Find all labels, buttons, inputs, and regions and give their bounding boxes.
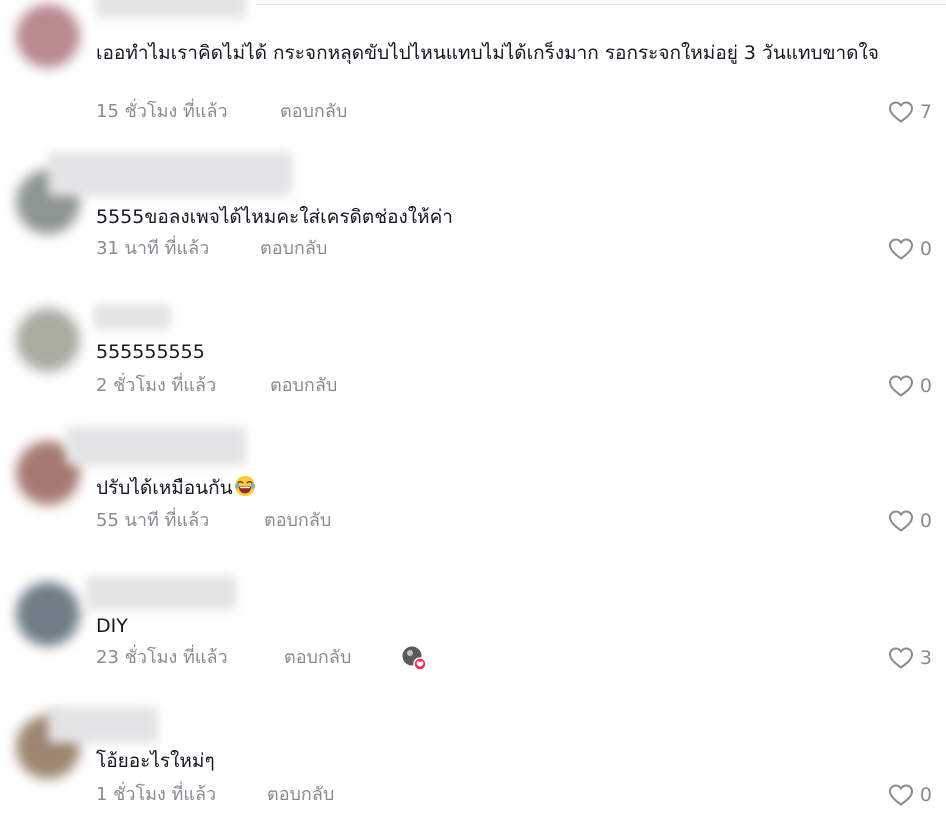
heart-icon — [888, 647, 913, 669]
comment-timestamp: 1 ชั่วโมง ที่แล้ว — [96, 784, 217, 805]
heart-icon — [888, 375, 913, 397]
comment-meta: 15 ชั่วโมง ที่แล้ว ตอบกลับ — [96, 98, 347, 126]
reply-button[interactable]: ตอบกลับ — [270, 372, 337, 400]
reply-button[interactable]: ตอบกลับ — [280, 98, 347, 126]
comment-timestamp: 15 ชั่วโมง ที่แล้ว — [96, 101, 228, 122]
laughing-emoji-icon — [234, 475, 255, 497]
heart-icon — [888, 101, 913, 123]
like-count: 0 — [919, 375, 932, 397]
comment-text: DIY — [96, 615, 128, 637]
comment-text: เออทำไมเราคิดไม่ได้ กระจกหลุดขับไปไหนแทบ… — [96, 42, 879, 64]
comment-timestamp: 2 ชั่วโมง ที่แล้ว — [96, 375, 217, 396]
like-count: 0 — [919, 784, 932, 806]
username-redacted — [94, 304, 170, 330]
divider — [256, 4, 946, 5]
like-button[interactable]: 0 — [888, 507, 932, 535]
comment-timestamp: 23 ชั่วโมง ที่แล้ว — [96, 647, 228, 668]
like-count: 0 — [919, 510, 932, 532]
comment-text-content: ปรับได้เหมือนกัน — [96, 477, 233, 499]
like-count: 3 — [919, 647, 932, 669]
like-button[interactable]: 0 — [888, 781, 932, 809]
reply-button[interactable]: ตอบกลับ — [260, 235, 327, 263]
username-redacted — [48, 707, 158, 743]
like-button[interactable]: 7 — [888, 98, 932, 126]
heart-icon — [888, 238, 913, 260]
heart-icon — [888, 510, 913, 532]
avatar[interactable] — [16, 4, 80, 68]
username-redacted — [66, 427, 246, 465]
comment-text: ปรับได้เหมือนกัน — [96, 473, 916, 503]
reply-button[interactable]: ตอบกลับ — [284, 644, 351, 672]
comment-timestamp: 55 นาที ที่แล้ว — [96, 510, 210, 531]
comment-meta: 1 ชั่วโมง ที่แล้ว ตอบกลับ — [96, 781, 334, 809]
comments-panel: เออทำไมเราคิดไม่ได้ กระจกหลุดขับไปไหนแทบ… — [0, 0, 946, 828]
avatar[interactable] — [16, 582, 80, 646]
like-button[interactable]: 0 — [888, 372, 932, 400]
like-count: 7 — [919, 101, 932, 123]
like-button[interactable]: 3 — [888, 644, 932, 672]
comment-meta: 55 นาที ที่แล้ว ตอบกลับ — [96, 507, 331, 535]
comment-timestamp: 31 นาที ที่แล้ว — [96, 238, 210, 259]
reply-button[interactable]: ตอบกลับ — [267, 781, 334, 809]
like-button[interactable]: 0 — [888, 235, 932, 263]
comment-text: โอ้ยอะไรใหม่ๆ — [96, 750, 215, 772]
username-redacted — [96, 0, 246, 18]
username-redacted — [48, 152, 292, 196]
comment-meta: 2 ชั่วโมง ที่แล้ว ตอบกลับ — [96, 372, 337, 400]
comment-text: 555555555 — [96, 341, 205, 363]
username-redacted — [86, 576, 236, 610]
comment-text: 5555ขอลงเพจได้ไหมคะใส่เครดิตช่องให้ค่า — [96, 206, 453, 228]
avatar[interactable] — [16, 308, 80, 372]
reply-button[interactable]: ตอบกลับ — [264, 507, 331, 535]
heart-icon — [888, 784, 913, 806]
comment-meta: 31 นาที ที่แล้ว ตอบกลับ — [96, 235, 327, 263]
creator-liked-icon — [401, 645, 427, 671]
comment-meta: 23 ชั่วโมง ที่แล้ว ตอบกลับ — [96, 644, 427, 672]
like-count: 0 — [919, 238, 932, 260]
